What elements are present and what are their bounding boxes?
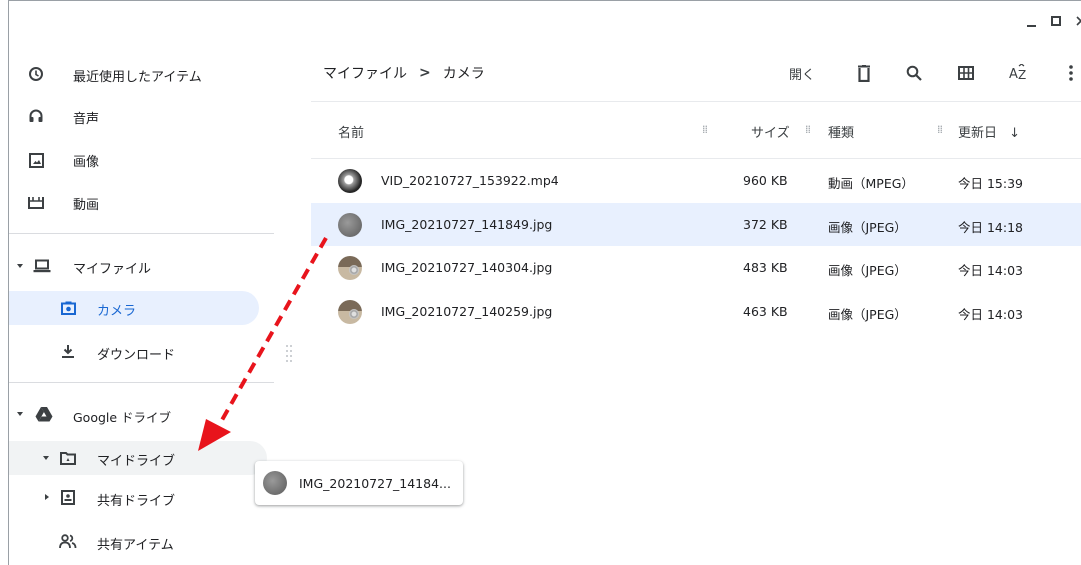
sort-az-icon: AZ bbox=[1009, 64, 1026, 82]
column-resize-handle[interactable]: ⁞⁞ bbox=[702, 123, 708, 136]
sidebar-item-videos[interactable]: 動画 bbox=[9, 185, 274, 219]
drag-preview-chip: IMG_20210727_14184... bbox=[255, 461, 463, 505]
image-icon bbox=[27, 151, 45, 169]
file-thumbnail bbox=[338, 299, 362, 324]
file-thumbnail bbox=[263, 471, 287, 495]
sidebar: 最近使用したアイテム 音声 画像 動画 マイファイル カメラ ダウンロード Go… bbox=[9, 1, 274, 565]
column-resize-handle[interactable]: ⁞⁞ bbox=[805, 123, 811, 136]
sidebar-item-google-drive[interactable]: Google ドライブ bbox=[9, 397, 274, 431]
column-header-size[interactable]: サイズ bbox=[751, 122, 790, 141]
sidebar-item-label: 共有ドライブ bbox=[97, 494, 176, 509]
drive-folder-icon bbox=[59, 449, 77, 467]
sidebar-item-label: 動画 bbox=[73, 198, 100, 213]
sidebar-item-camera[interactable]: カメラ bbox=[9, 291, 259, 325]
film-icon bbox=[27, 193, 45, 211]
search-icon bbox=[906, 65, 922, 81]
search-button[interactable] bbox=[902, 59, 926, 87]
delete-icon bbox=[858, 64, 870, 82]
sidebar-item-label: 最近使用したアイテム bbox=[73, 70, 202, 85]
sidebar-item-my-drive[interactable]: マイドライブ bbox=[9, 441, 267, 475]
grid-view-icon bbox=[958, 66, 974, 80]
sidebar-item-downloads[interactable]: ダウンロード bbox=[9, 335, 274, 369]
sidebar-item-label: ダウンロード bbox=[97, 348, 176, 363]
open-button[interactable]: 開く bbox=[789, 59, 815, 87]
file-size: 372 KB bbox=[743, 216, 788, 232]
file-size: 960 KB bbox=[743, 173, 788, 188]
sidebar-item-label: カメラ bbox=[97, 304, 137, 319]
file-row[interactable]: IMG_20210727_140259.jpg 463 KB 画像（JPEG） 今日 … bbox=[311, 290, 1081, 333]
more-button[interactable] bbox=[1063, 59, 1079, 87]
file-type: 画像（JPEG） bbox=[828, 306, 907, 322]
delete-button[interactable] bbox=[852, 59, 876, 87]
drag-preview-filename: IMG_20210727_14184... bbox=[299, 476, 451, 491]
svg-text:A: A bbox=[1009, 67, 1018, 82]
breadcrumb-my-files[interactable]: マイファイル bbox=[323, 63, 407, 83]
file-name: VID_20210727_153922.mp4 bbox=[381, 173, 559, 188]
file-name: IMG_20210727_140259.jpg bbox=[381, 303, 553, 319]
sidebar-divider bbox=[9, 382, 274, 383]
svg-text:Z: Z bbox=[1018, 68, 1026, 82]
sort-descending-icon: ↓ bbox=[1009, 126, 1021, 141]
file-date: 今日 15:39 bbox=[958, 176, 1023, 191]
sidebar-divider bbox=[9, 233, 274, 234]
sidebar-item-label: 画像 bbox=[73, 155, 100, 170]
file-date: 今日 14:18 bbox=[958, 219, 1023, 235]
file-size: 463 KB bbox=[743, 303, 788, 319]
file-type: 動画（MPEG） bbox=[828, 176, 914, 191]
file-type: 画像（JPEG） bbox=[828, 219, 907, 235]
headphones-icon bbox=[27, 107, 45, 125]
sidebar-item-images[interactable]: 画像 bbox=[9, 143, 274, 177]
toolbar-divider bbox=[311, 101, 1081, 102]
expand-caret-icon[interactable] bbox=[17, 412, 23, 416]
sidebar-item-shared-items[interactable]: 共有アイテム bbox=[9, 525, 274, 559]
sidebar-item-label: マイファイル bbox=[73, 262, 152, 277]
file-thumbnail bbox=[338, 212, 362, 237]
breadcrumb-camera[interactable]: カメラ bbox=[443, 63, 485, 83]
breadcrumb-separator: > bbox=[419, 65, 431, 81]
column-header-type[interactable]: 種類 bbox=[828, 122, 854, 141]
file-thumbnail bbox=[338, 169, 362, 193]
column-resize-handle[interactable]: ⁞⁞ bbox=[937, 123, 943, 136]
download-icon bbox=[59, 342, 77, 360]
file-date: 今日 14:03 bbox=[958, 306, 1023, 322]
sidebar-item-recent[interactable]: 最近使用したアイテム bbox=[9, 57, 274, 91]
laptop-icon bbox=[33, 257, 51, 275]
breadcrumb: マイファイル > カメラ bbox=[323, 63, 485, 83]
people-icon bbox=[59, 532, 77, 550]
column-header-name[interactable]: 名前 bbox=[338, 122, 364, 141]
file-row[interactable]: VID_20210727_153922.mp4 960 KB 動画（MPEG） 今日 … bbox=[311, 159, 1081, 202]
sidebar-item-label: 共有アイテム bbox=[97, 538, 174, 553]
file-name: IMG_20210727_140304.jpg bbox=[381, 260, 553, 275]
sidebar-item-shared-drives[interactable]: 共有ドライブ bbox=[9, 481, 274, 515]
file-name: IMG_20210727_141849.jpg bbox=[381, 216, 553, 232]
sidebar-item-label: Google ドライブ bbox=[73, 410, 172, 425]
google-drive-icon bbox=[35, 405, 53, 423]
column-header-date[interactable]: 更新日 ↓ bbox=[958, 122, 1020, 141]
sidebar-item-label: 音声 bbox=[73, 112, 100, 127]
file-manager-window: 最近使用したアイテム 音声 画像 動画 マイファイル カメラ ダウンロード Go… bbox=[8, 0, 1081, 565]
sidebar-item-label: マイドライブ bbox=[97, 454, 176, 469]
file-thumbnail bbox=[338, 256, 362, 280]
camera-icon bbox=[59, 299, 77, 317]
file-type: 画像（JPEG） bbox=[828, 263, 907, 278]
collapse-caret-icon[interactable] bbox=[45, 494, 49, 500]
sort-button[interactable]: AZ bbox=[1007, 59, 1031, 87]
clock-icon bbox=[27, 65, 45, 83]
shared-drive-icon bbox=[59, 488, 77, 506]
file-size: 483 KB bbox=[743, 260, 788, 275]
more-vert-icon bbox=[1069, 65, 1073, 81]
expand-caret-icon[interactable] bbox=[17, 264, 23, 268]
file-date: 今日 14:03 bbox=[958, 263, 1023, 278]
expand-caret-icon[interactable] bbox=[43, 456, 49, 460]
file-row[interactable]: IMG_20210727_141849.jpg 372 KB 画像（JPEG） 今日 … bbox=[311, 202, 1081, 246]
column-header-date-label: 更新日 bbox=[958, 126, 998, 141]
sidebar-item-audio[interactable]: 音声 bbox=[9, 101, 274, 135]
sidebar-resize-handle[interactable] bbox=[286, 345, 292, 365]
sidebar-item-my-files[interactable]: マイファイル bbox=[9, 249, 274, 283]
grid-view-button[interactable] bbox=[954, 59, 978, 87]
file-row[interactable]: IMG_20210727_140304.jpg 483 KB 画像（JPEG） 今日 … bbox=[311, 246, 1081, 289]
